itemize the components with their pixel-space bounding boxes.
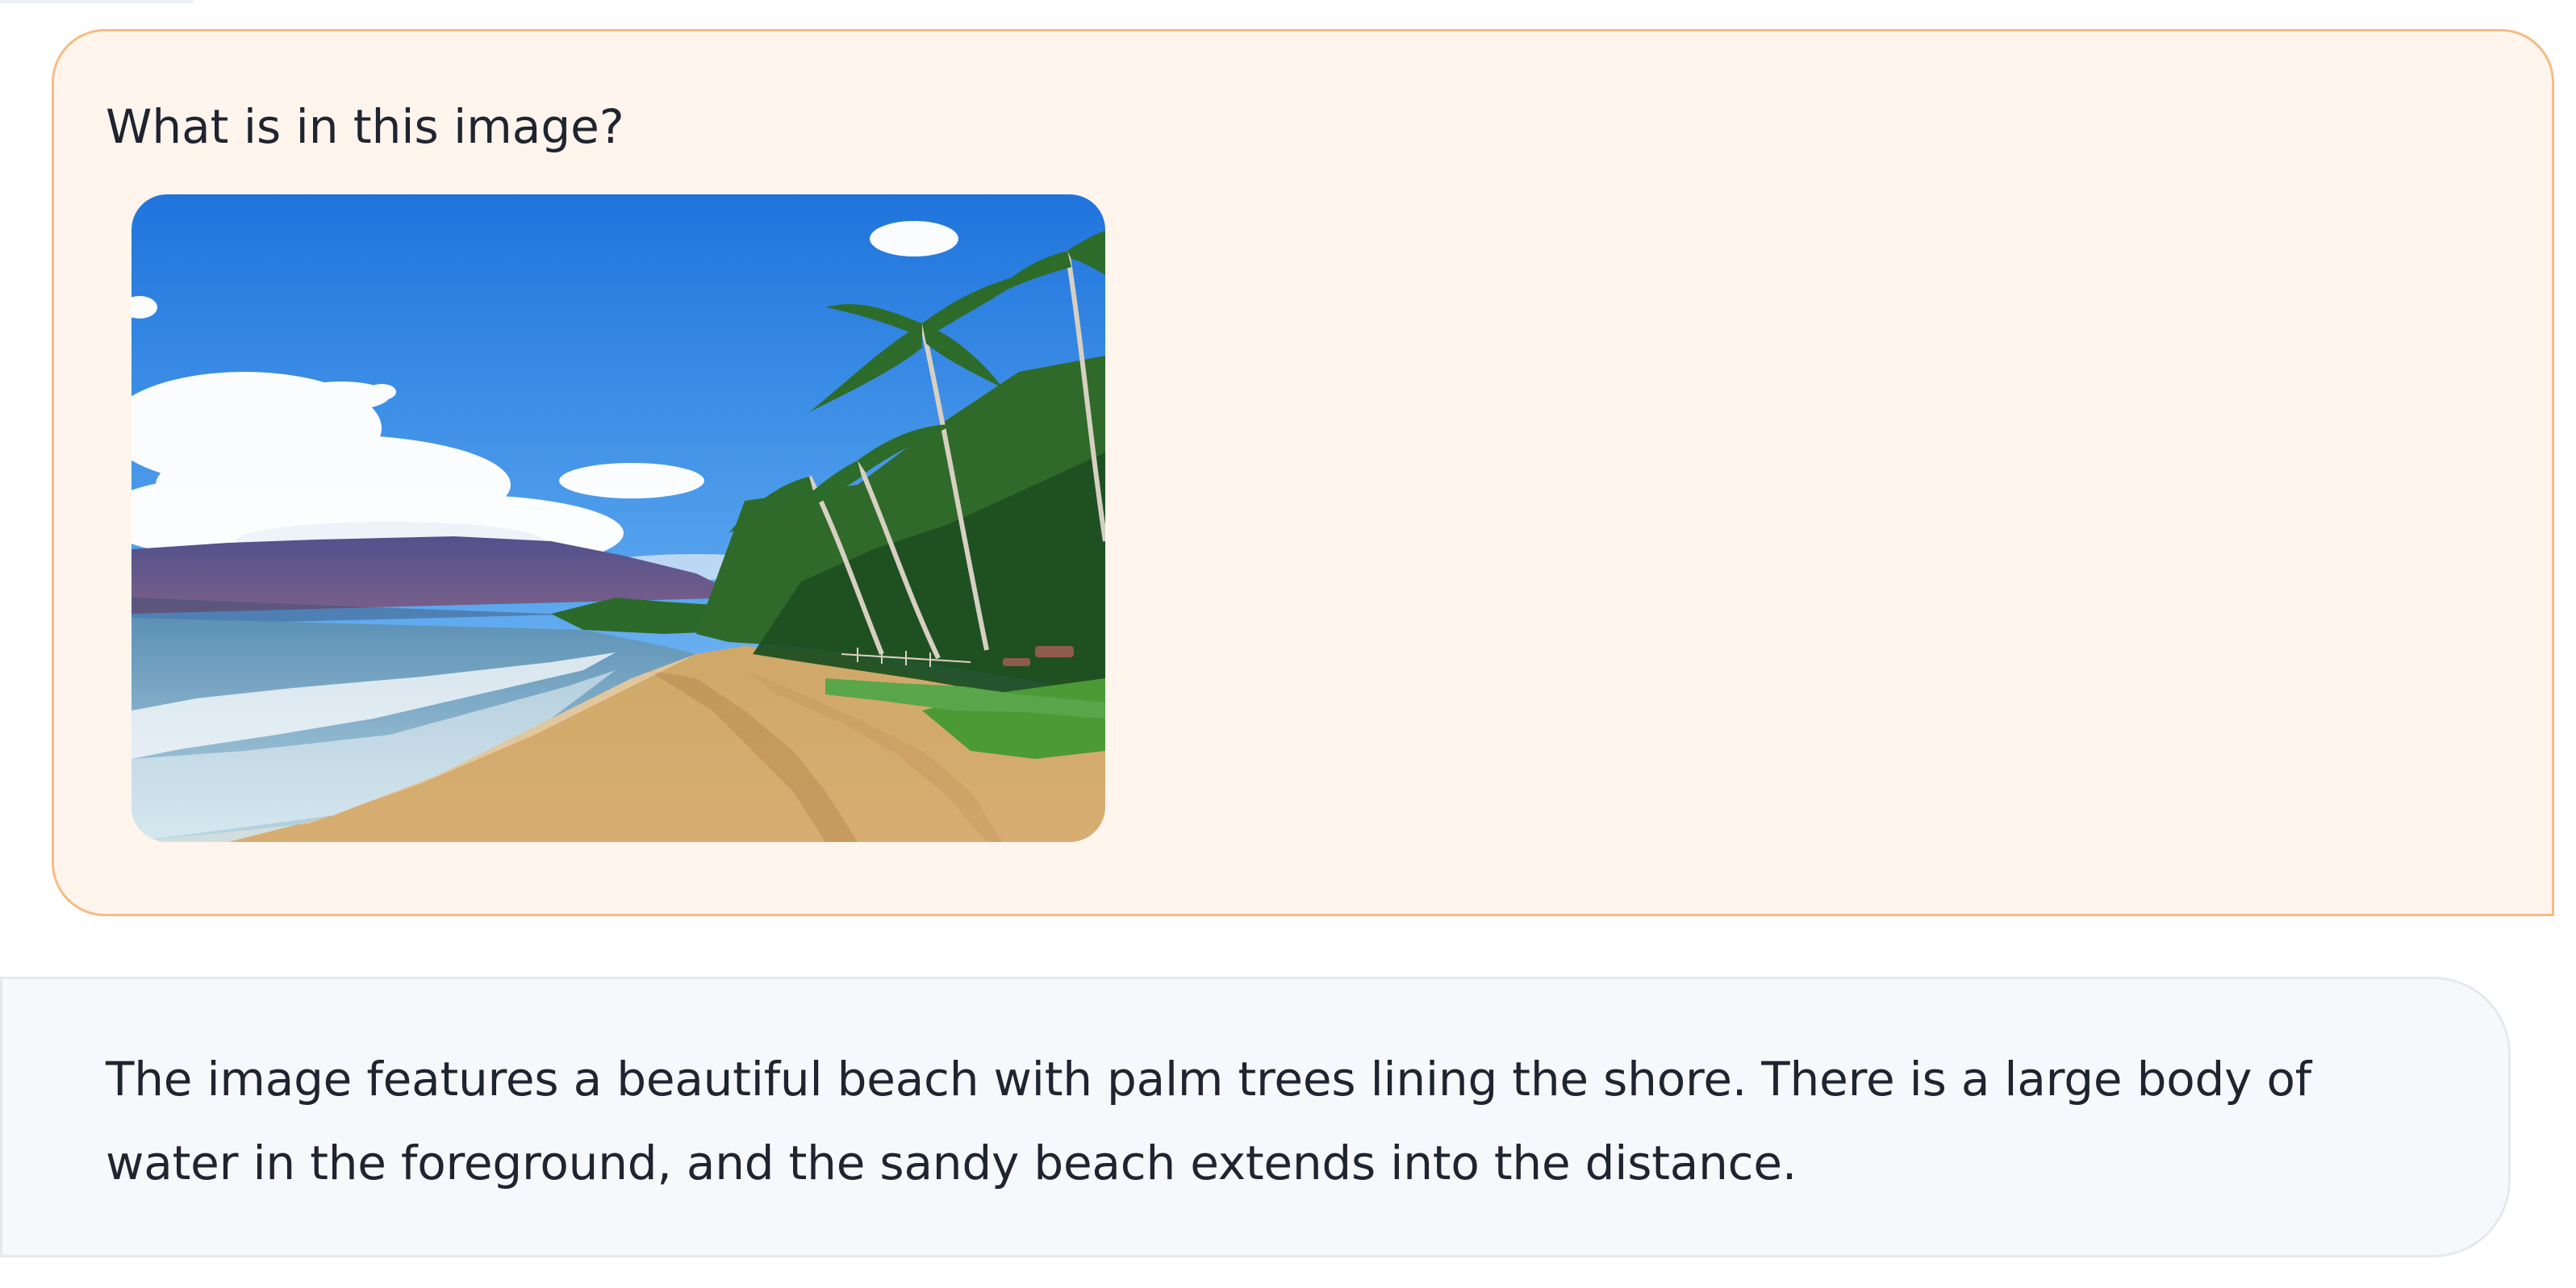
assistant-message-text: The image features a beautiful beach wit…	[106, 1052, 2312, 1190]
assistant-message-bubble: The image features a beautiful beach wit…	[0, 977, 2511, 1257]
attached-image[interactable]	[132, 194, 1105, 842]
chat-page: What is in this image? The image feature…	[0, 0, 2576, 1288]
top-tab-edge	[0, 0, 194, 3]
beach-photo	[132, 194, 1105, 842]
user-message-text: What is in this image?	[106, 99, 624, 154]
user-message-bubble: What is in this image?	[52, 29, 2554, 916]
